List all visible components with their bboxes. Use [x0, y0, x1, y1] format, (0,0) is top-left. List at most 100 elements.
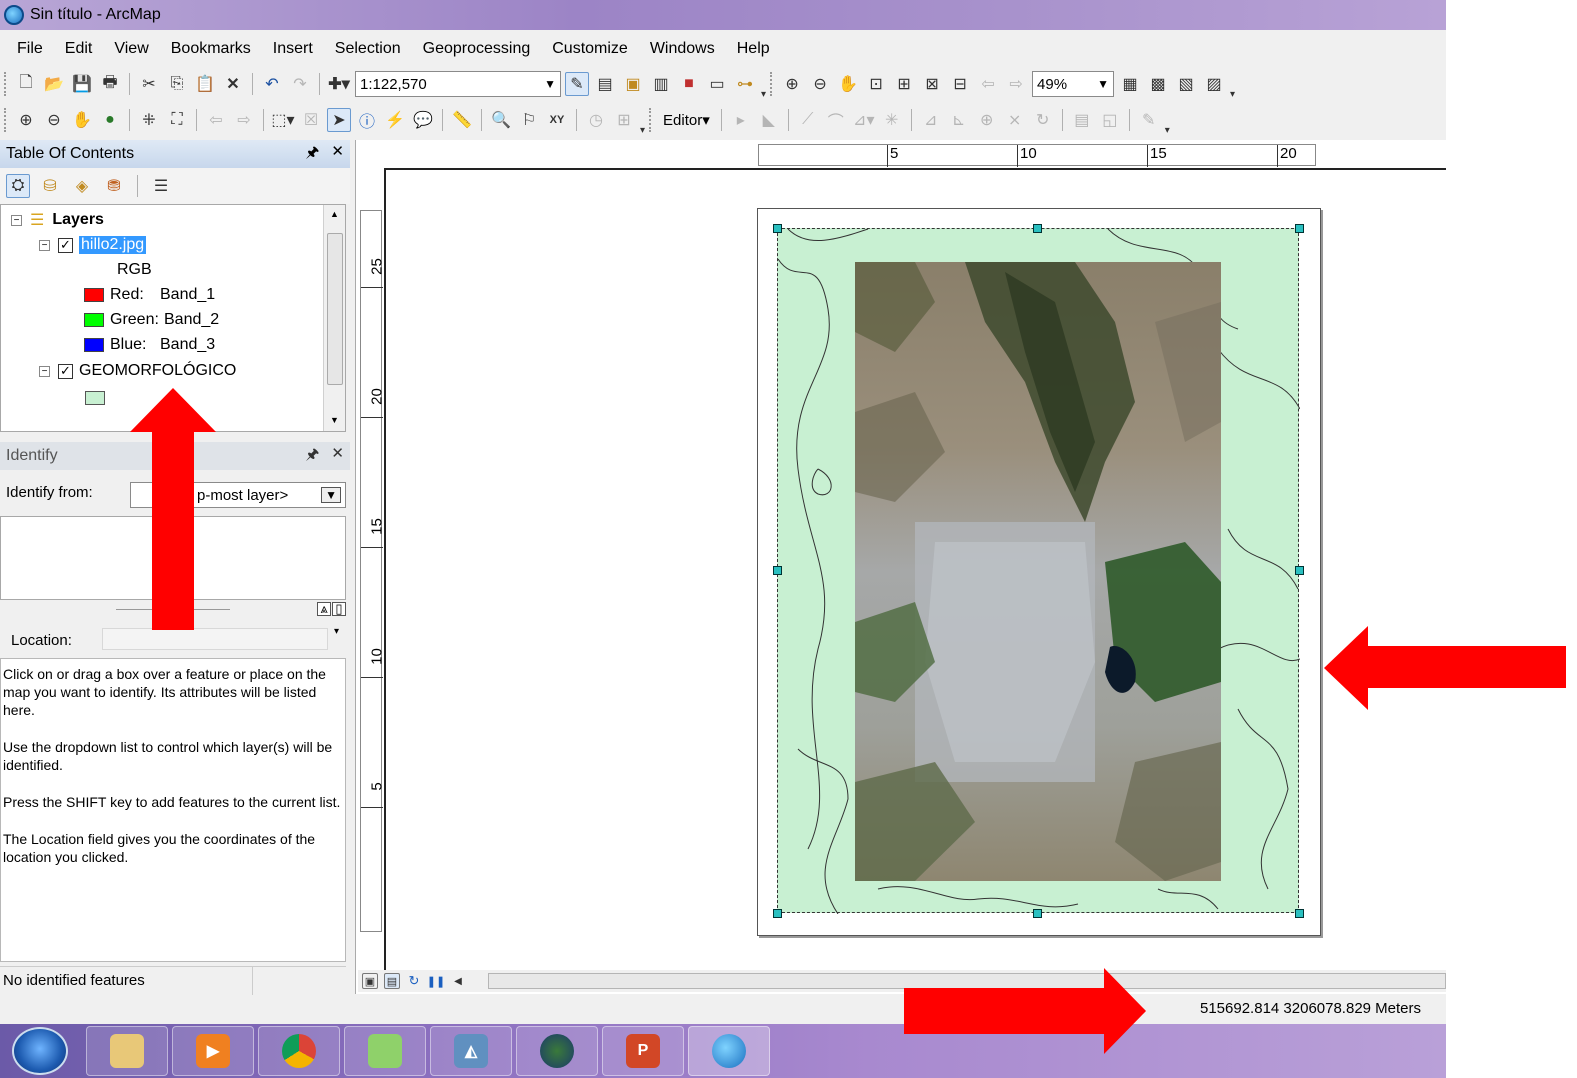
toolbar-overflow-icon[interactable]: ▾ — [1165, 125, 1170, 136]
taskbar-explorer[interactable] — [86, 1026, 168, 1076]
reshape-icon[interactable]: ⊾ — [947, 108, 971, 132]
toolbar-overflow-icon[interactable]: ▾ — [640, 125, 645, 136]
refresh-icon[interactable]: ↻ — [406, 973, 422, 989]
toolbar-grip[interactable] — [4, 108, 8, 132]
undo-icon[interactable]: ↶ — [260, 72, 284, 96]
focus-data-frame-icon[interactable]: ▩ — [1146, 72, 1170, 96]
list-by-drawing-order-icon[interactable]: ⛭ — [6, 174, 30, 198]
toolbar-overflow-icon[interactable]: ▾ — [761, 89, 766, 100]
layout-toggle-icon[interactable]: ▯ — [332, 601, 346, 616]
find-icon[interactable]: 🔍 — [489, 108, 513, 132]
taskbar-notes[interactable] — [344, 1026, 426, 1076]
scroll-up-icon[interactable]: ▲ — [330, 209, 339, 219]
split-icon[interactable]: ⨯ — [1003, 108, 1027, 132]
editor-menu-button[interactable]: Editor▾ — [659, 111, 714, 129]
arctoolbox-icon[interactable]: ■ — [677, 72, 701, 96]
clear-selection-icon[interactable]: ☒ — [299, 108, 323, 132]
chevron-down-icon[interactable]: ▼ — [1097, 77, 1109, 91]
measure-icon[interactable]: 📏 — [450, 108, 474, 132]
model-builder-icon[interactable]: ⊶ — [733, 72, 757, 96]
options-icon[interactable]: ☰ — [149, 174, 173, 198]
select-features-icon[interactable]: ⬚▾ — [271, 108, 295, 132]
layer-name[interactable]: hillo2.jpg — [79, 236, 147, 254]
horizontal-ruler[interactable]: 5 10 15 20 — [758, 144, 1316, 167]
layer-visibility-checkbox[interactable]: ✓ — [58, 237, 73, 253]
layer-visibility-checkbox[interactable]: ✓ — [58, 363, 73, 379]
taskbar-arccatalog[interactable]: ◭ — [430, 1026, 512, 1076]
cut-polygons-icon[interactable]: ⊕ — [975, 108, 999, 132]
html-popup-icon[interactable]: 💬 — [411, 108, 435, 132]
forward-extent-icon[interactable]: ⇨ — [232, 108, 256, 132]
open-folder-icon[interactable]: 📂 — [42, 72, 66, 96]
taskbar-powerpoint[interactable]: P — [602, 1026, 684, 1076]
toolbar-grip[interactable] — [649, 108, 653, 132]
menu-edit[interactable]: Edit — [54, 40, 104, 58]
time-slider-icon[interactable]: ◷ — [584, 108, 608, 132]
sketch-properties-icon[interactable]: ◱ — [1098, 108, 1122, 132]
pin-icon[interactable]: 🖈 — [306, 142, 320, 167]
close-icon[interactable]: ✕ — [331, 444, 344, 469]
fixed-zoom-in-icon[interactable]: ⊠ — [920, 72, 944, 96]
taskbar-arcmap[interactable] — [688, 1026, 770, 1076]
expand-all-icon[interactable]: ⩓ — [317, 601, 331, 616]
attributes-icon[interactable]: ▤ — [1070, 108, 1094, 132]
new-document-icon[interactable]: 🗋 — [14, 72, 38, 96]
taskbar-chrome[interactable] — [258, 1026, 340, 1076]
scroll-thumb[interactable] — [327, 233, 343, 385]
menu-insert[interactable]: Insert — [262, 40, 324, 58]
pan-page-icon[interactable]: ✋ — [836, 72, 860, 96]
data-view-icon[interactable]: ▣ — [362, 973, 378, 989]
start-button[interactable] — [12, 1027, 68, 1075]
vertical-ruler[interactable]: 25 20 15 10 5 — [360, 210, 386, 932]
paste-icon[interactable]: 📋 — [193, 72, 217, 96]
list-by-source-icon[interactable]: ⛁ — [38, 174, 62, 198]
resize-handle[interactable] — [773, 909, 782, 918]
end-point-arc-icon[interactable]: ⌒ — [824, 108, 848, 132]
resize-handle[interactable] — [1033, 909, 1042, 918]
chevron-down-icon[interactable]: ▼ — [321, 487, 341, 503]
previous-extent-icon[interactable]: ⇦ — [976, 72, 1000, 96]
resize-handle[interactable] — [1295, 566, 1304, 575]
copy-icon[interactable]: ⎘ — [165, 72, 189, 96]
add-data-icon[interactable]: ✚▾ — [327, 72, 351, 96]
taskbar-media-player[interactable]: ▶ — [172, 1026, 254, 1076]
scroll-left-icon[interactable]: ◀ — [450, 973, 466, 989]
create-viewer-icon[interactable]: ⊞ — [612, 108, 636, 132]
full-extent-icon[interactable]: ● — [98, 108, 122, 132]
pause-drawing-icon[interactable]: ❚❚ — [427, 973, 445, 989]
fixed-zoom-in-map-icon[interactable]: ⁜ — [137, 108, 161, 132]
resize-handle[interactable] — [773, 566, 782, 575]
resize-handle[interactable] — [1295, 909, 1304, 918]
trace-icon[interactable]: ⊿▾ — [852, 108, 876, 132]
delete-icon[interactable]: ✕ — [221, 72, 245, 96]
layout-view-icon[interactable]: ▤ — [384, 973, 400, 989]
layout-zoom-combo[interactable]: 49% ▼ — [1032, 71, 1115, 97]
hyperlink-icon[interactable]: ⚡ — [383, 108, 407, 132]
toolbar-grip[interactable] — [4, 72, 8, 96]
menu-selection[interactable]: Selection — [324, 40, 412, 58]
cut-icon[interactable]: ✂ — [137, 72, 161, 96]
layer-hillo2[interactable]: − ✓ hillo2.jpg — [39, 234, 147, 256]
zoom-100-icon[interactable]: ⊞ — [892, 72, 916, 96]
layer-geomorfologico[interactable]: − ✓ GEOMORFOLÓGICO — [39, 360, 236, 382]
point-icon[interactable]: ✳ — [880, 108, 904, 132]
menu-help[interactable]: Help — [726, 40, 781, 58]
select-elements-icon[interactable]: ➤ — [327, 108, 351, 132]
zoom-in-icon[interactable]: ⊕ — [14, 108, 38, 132]
back-extent-icon[interactable]: ⇦ — [204, 108, 228, 132]
python-window-icon[interactable]: ▭ — [705, 72, 729, 96]
redo-icon[interactable]: ↷ — [288, 72, 312, 96]
resize-handle[interactable] — [1295, 224, 1304, 233]
toolbar-grip[interactable] — [770, 72, 774, 96]
zoom-out-icon[interactable]: ⊖ — [42, 108, 66, 132]
print-icon[interactable]: 🖶 — [98, 72, 122, 96]
change-layout-icon[interactable]: ▧ — [1174, 72, 1198, 96]
toolbar-overflow-icon[interactable]: ▾ — [1230, 89, 1235, 100]
edit-annotation-icon[interactable]: ◣ — [757, 108, 781, 132]
menu-geoprocessing[interactable]: Geoprocessing — [412, 40, 542, 58]
rotate-icon[interactable]: ↻ — [1031, 108, 1055, 132]
fixed-zoom-out-icon[interactable]: ⊟ — [948, 72, 972, 96]
data-driven-pages-icon[interactable]: ▨ — [1202, 72, 1226, 96]
chevron-down-icon[interactable]: ▼ — [544, 77, 556, 91]
identify-icon[interactable]: ⓘ — [355, 108, 379, 132]
